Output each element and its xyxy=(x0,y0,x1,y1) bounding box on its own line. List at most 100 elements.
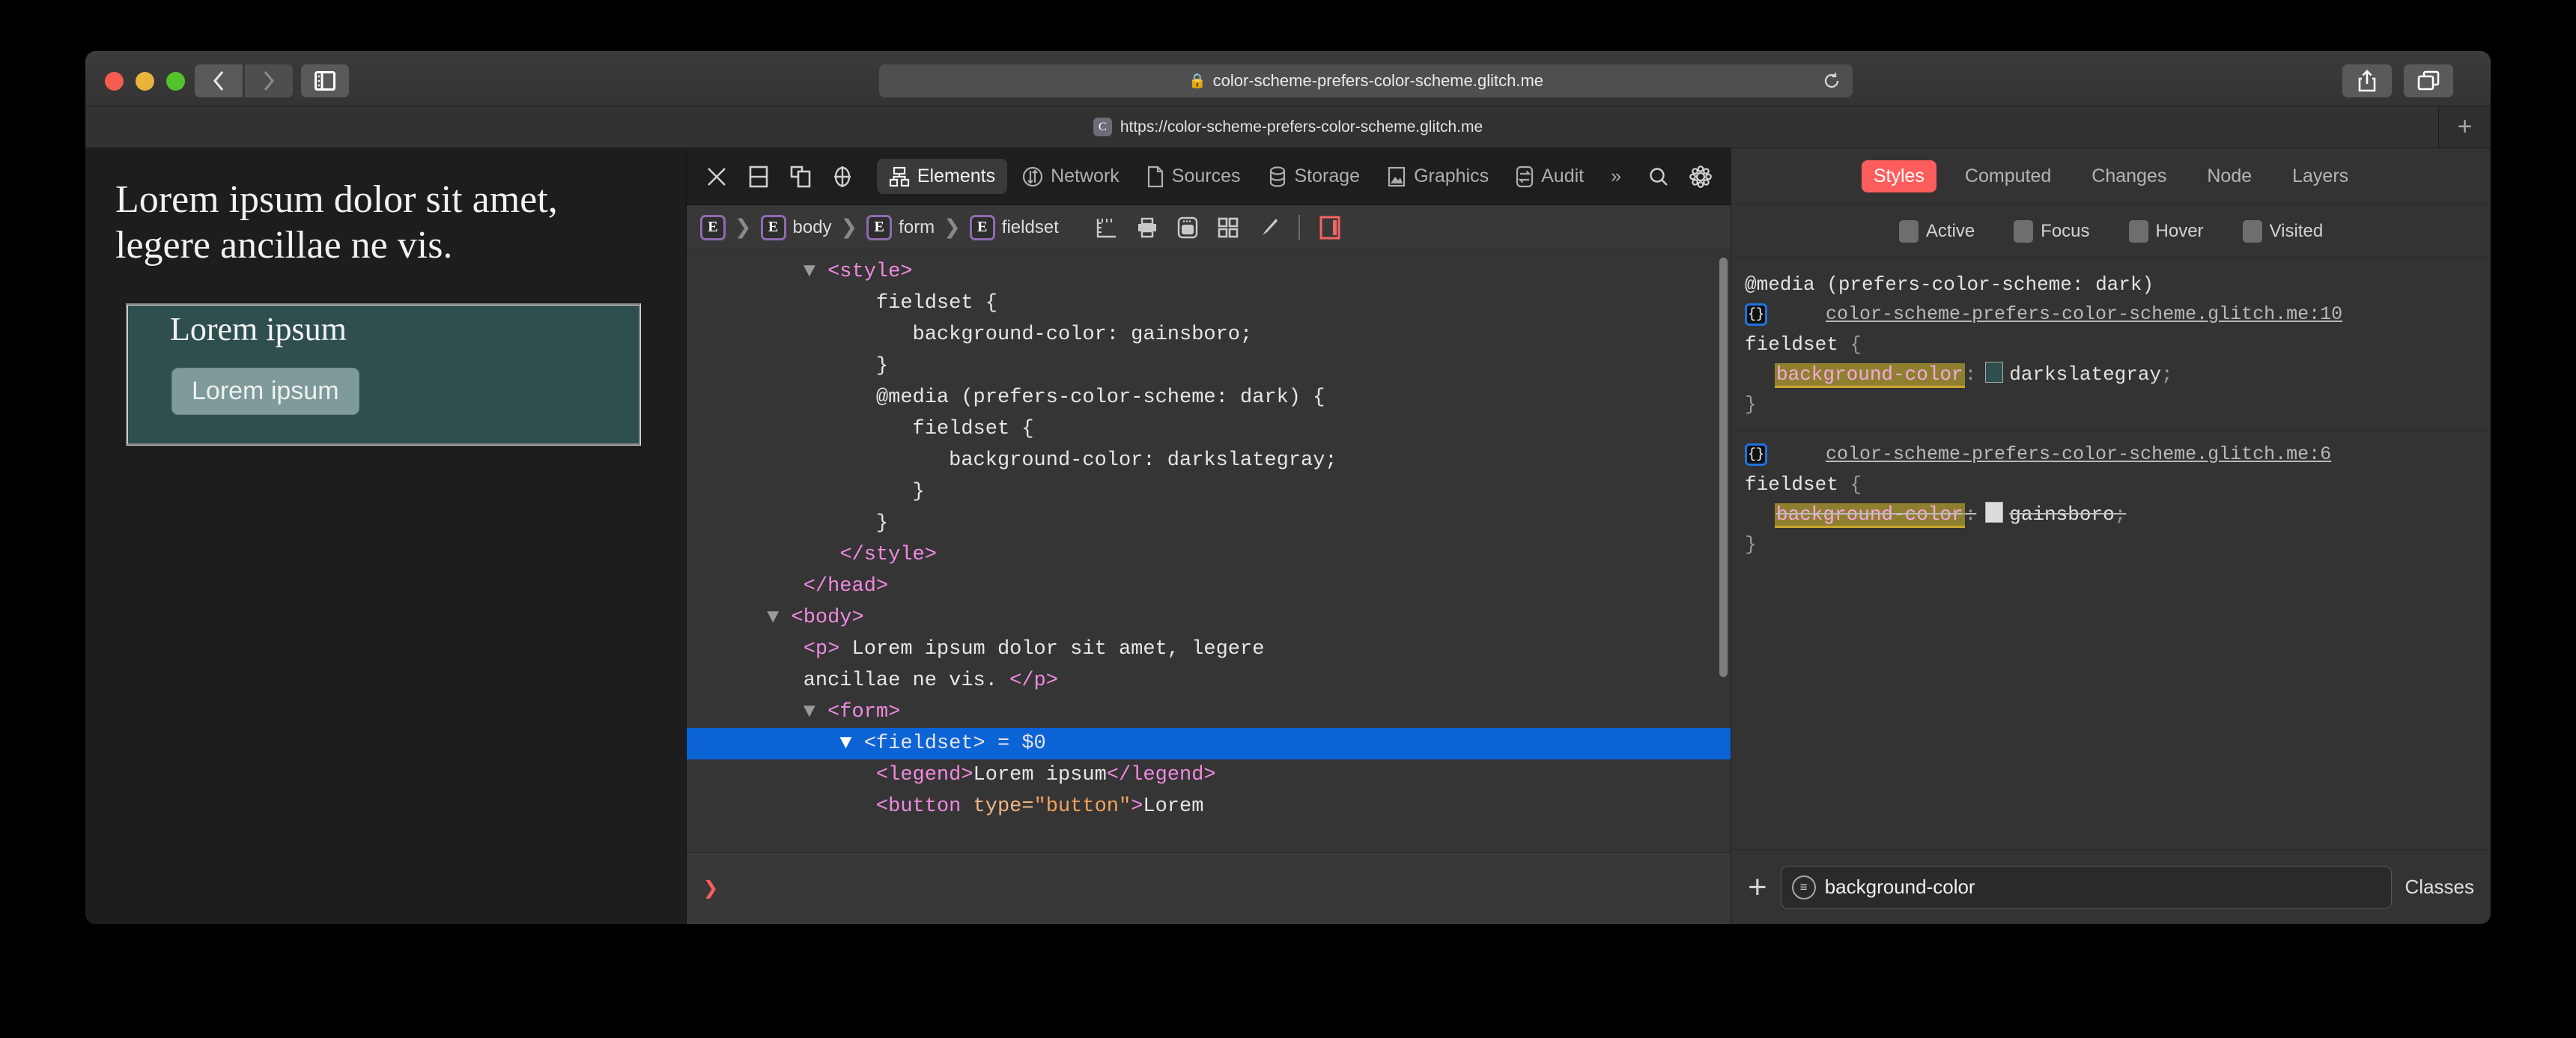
paintbrush-icon[interactable] xyxy=(1254,213,1284,243)
close-devtools-icon[interactable] xyxy=(697,157,736,196)
classes-button[interactable]: Classes xyxy=(2405,875,2474,899)
breadcrumb-item-root[interactable]: E xyxy=(697,214,729,240)
css-value[interactable]: gainsboro xyxy=(2009,503,2114,526)
tab-sources[interactable]: Sources xyxy=(1134,159,1253,195)
tab-audit[interactable]: Audit xyxy=(1504,159,1596,195)
css-rules-list[interactable]: @media (prefers-color-scheme: dark) {} c… xyxy=(1731,258,2491,849)
dock-bottom-icon[interactable] xyxy=(739,157,778,196)
breadcrumb-item-fieldset[interactable]: E fieldset xyxy=(967,214,1062,240)
checkbox-hover[interactable] xyxy=(2128,219,2148,243)
css-source-link[interactable]: color-scheme-prefers-color-scheme.glitch… xyxy=(1826,440,2331,470)
css-close-brace: } xyxy=(1745,533,1757,556)
dom-tree-scrollbar[interactable] xyxy=(1719,258,1728,677)
dom-node[interactable]: } xyxy=(687,508,1731,539)
state-hover[interactable]: Hover xyxy=(2128,219,2204,243)
dom-node[interactable]: ▼ <style> xyxy=(687,256,1731,288)
page-paragraph: Lorem ipsum dolor sit amet, legere ancil… xyxy=(115,178,558,267)
close-window-button[interactable] xyxy=(105,72,124,91)
share-icon[interactable] xyxy=(2342,64,2392,97)
breadcrumb-item-form[interactable]: E form xyxy=(863,214,938,240)
tab-graphics[interactable]: Graphics xyxy=(1375,159,1501,195)
css-selector[interactable]: fieldset xyxy=(1745,473,1838,496)
dom-node[interactable]: ▼ <body> xyxy=(687,602,1731,634)
breadcrumb-item-body[interactable]: E body xyxy=(758,214,835,240)
tab-elements[interactable]: Elements xyxy=(876,159,1008,194)
maximize-window-button[interactable] xyxy=(166,72,185,91)
dom-node[interactable]: } xyxy=(687,476,1731,508)
state-focus[interactable]: Focus xyxy=(2014,219,2090,243)
dom-node[interactable]: fieldset { xyxy=(687,413,1731,445)
stylesheet-icon[interactable]: {} xyxy=(1745,303,1767,326)
css-property[interactable]: background-color xyxy=(1775,363,1965,388)
disclosure-triangle-icon[interactable]: ▼ xyxy=(804,261,815,283)
state-visited[interactable]: Visited xyxy=(2242,219,2323,243)
tab-changes[interactable]: Changes xyxy=(2080,160,2178,192)
dom-node[interactable]: fieldset { xyxy=(687,288,1731,319)
disclosure-triangle-icon[interactable]: ▼ xyxy=(804,701,815,723)
color-swatch[interactable] xyxy=(1985,362,2004,383)
reload-icon[interactable] xyxy=(1823,72,1841,94)
dock-side-icon[interactable] xyxy=(781,157,820,196)
dom-node[interactable]: </style> xyxy=(687,539,1731,571)
tab-network[interactable]: Network xyxy=(1010,159,1131,194)
console-drawer[interactable]: ❯ xyxy=(686,852,1731,924)
back-chevron-icon[interactable] xyxy=(195,64,243,97)
panel-toggle-icon[interactable] xyxy=(1315,213,1345,243)
checkbox-visited[interactable] xyxy=(2242,219,2262,243)
disclosure-triangle-icon[interactable]: ▼ xyxy=(839,732,851,755)
dom-node[interactable]: ancillae ne vis. </p> xyxy=(687,665,1731,696)
inspect-element-icon[interactable] xyxy=(823,157,862,196)
breadcrumb-chevron-icon: ❯ xyxy=(734,216,752,238)
dom-node[interactable]: } xyxy=(687,350,1731,382)
dom-node[interactable]: background-color: gainsboro; xyxy=(687,319,1731,350)
tab-layers[interactable]: Layers xyxy=(2280,160,2360,192)
search-icon[interactable] xyxy=(1639,157,1678,196)
css-colon: : xyxy=(1964,503,1977,526)
tab-styles[interactable]: Styles xyxy=(1861,160,1936,192)
add-rule-button[interactable]: + xyxy=(1748,870,1767,904)
dom-tree-lines: ▼ <style> fieldset { background-color: g… xyxy=(686,256,1731,822)
color-swatch[interactable] xyxy=(1985,502,2004,523)
tab-storage[interactable]: Storage xyxy=(1256,159,1373,195)
dom-node-selected[interactable]: ▼ <fieldset> = $0 xyxy=(686,728,1731,759)
new-tab-button[interactable]: + xyxy=(2438,106,2491,148)
address-bar[interactable]: 🔒 color-scheme-prefers-color-scheme.glit… xyxy=(879,64,1853,97)
filter-input[interactable]: ≡ background-color xyxy=(1780,865,2392,909)
tab-node[interactable]: Node xyxy=(2195,160,2264,192)
browser-window-icon[interactable] xyxy=(1173,213,1203,243)
dom-node[interactable]: <legend>Lorem ipsum</legend> xyxy=(687,759,1731,791)
css-declaration[interactable]: background-color: darkslategray; xyxy=(1745,359,2477,389)
css-property[interactable]: background-color xyxy=(1775,503,1965,528)
ruler-icon[interactable] xyxy=(1092,213,1122,243)
browser-tab[interactable]: C https://color-scheme-prefers-color-sch… xyxy=(1093,118,1483,136)
grid-icon[interactable] xyxy=(1213,213,1243,243)
stylesheet-icon[interactable]: {} xyxy=(1745,443,1767,466)
dom-node[interactable]: <button type="button">Lorem xyxy=(687,791,1731,822)
dom-tree[interactable]: ▼ <style> fieldset { background-color: g… xyxy=(686,250,1731,852)
checkbox-focus[interactable] xyxy=(2014,219,2034,243)
css-selector[interactable]: fieldset xyxy=(1745,333,1838,356)
dom-token: fieldset { xyxy=(912,418,1034,440)
dom-node[interactable]: <p> Lorem ipsum dolor sit amet, legere xyxy=(687,634,1731,665)
checkbox-active[interactable] xyxy=(1898,219,1919,243)
minimize-window-button[interactable] xyxy=(136,72,154,91)
css-source-link[interactable]: color-scheme-prefers-color-scheme.glitch… xyxy=(1826,300,2342,330)
forward-chevron-icon[interactable] xyxy=(245,64,293,97)
page-button[interactable]: Lorem ipsum xyxy=(171,367,359,415)
tabs-overview-icon[interactable] xyxy=(2404,64,2453,97)
css-value[interactable]: darkslategray xyxy=(2009,363,2161,386)
dom-node[interactable]: </head> xyxy=(687,571,1731,602)
sources-icon xyxy=(1146,166,1164,188)
css-declaration-overridden[interactable]: background-color: gainsboro; xyxy=(1745,500,2477,529)
dom-node[interactable]: ▼ <form> xyxy=(687,696,1731,728)
state-active[interactable]: Active xyxy=(1898,219,1975,243)
more-tabs-button[interactable]: » xyxy=(1599,159,1633,194)
dom-node[interactable]: @media (prefers-color-scheme: dark) { xyxy=(687,382,1731,413)
dom-node[interactable]: background-color: darkslategray; xyxy=(687,445,1731,476)
sidebar-toggle-icon[interactable] xyxy=(301,64,349,97)
disclosure-triangle-icon[interactable]: ▼ xyxy=(767,607,779,629)
tab-elements-label: Elements xyxy=(917,166,996,186)
print-icon[interactable] xyxy=(1132,213,1162,243)
gear-icon[interactable] xyxy=(1681,157,1720,196)
tab-computed[interactable]: Computed xyxy=(1953,160,2063,192)
